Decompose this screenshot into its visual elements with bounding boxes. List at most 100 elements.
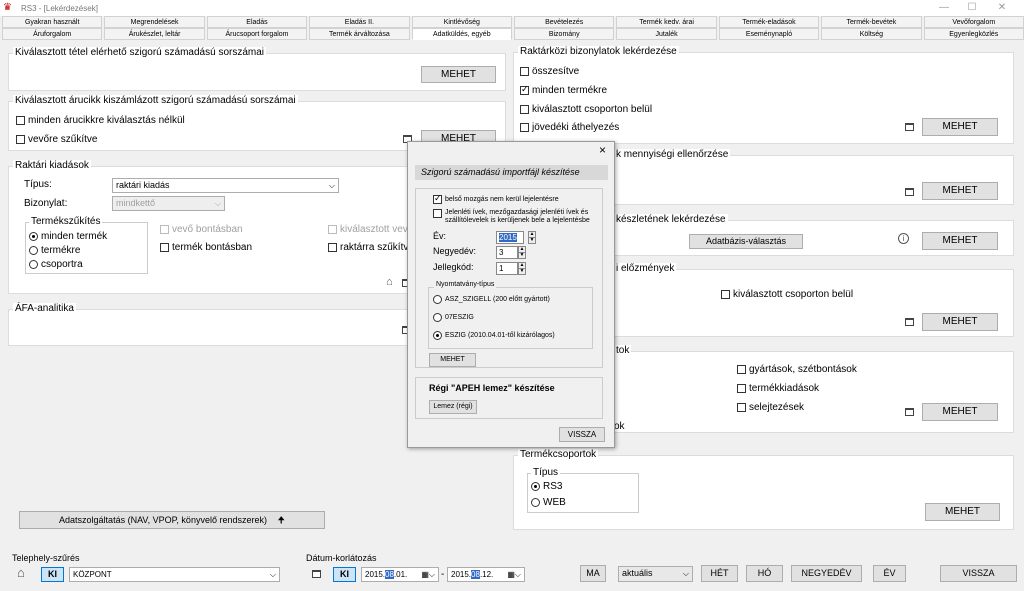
database-select-button[interactable]: Adatbázis-választás [689,234,803,249]
mehet-button-stock-query[interactable]: MEHET [922,232,998,250]
quarter-button[interactable]: NEGYEDÉV [791,565,862,582]
tab-row2-1[interactable]: Árukészlet, leltár [104,28,205,40]
tab-row2-2[interactable]: Árucsoport forgalom [206,28,308,40]
year-button[interactable]: ÉV [873,565,906,582]
radio-web[interactable]: WEB [531,497,566,508]
radio-dot[interactable] [531,498,540,507]
tab-row2-3[interactable]: Termék árváltozása [309,28,410,40]
mehet-button-production[interactable]: MEHET [922,403,998,421]
checkbox-warehouse-filter[interactable]: raktárra szűkítve [328,242,414,253]
back-button[interactable]: VISSZA [940,565,1017,582]
tab-row1-0[interactable]: Gyakran használt [2,16,103,28]
tab-row2-7[interactable]: Eseménynapló [718,28,820,40]
old-disk-button[interactable]: Lemez (régi) [429,400,477,414]
radio-dot[interactable] [433,295,442,304]
type-select[interactable]: raktári kiadás ⌵ [112,178,339,193]
radio-eszig[interactable]: ESZIG (2010.04.01-től kizárólagos) [433,331,555,340]
calendar-icon[interactable] [905,123,914,131]
radio-dot[interactable] [29,260,38,269]
checkbox-box[interactable] [160,243,169,252]
dialog-mehet-button[interactable]: MEHET [429,353,476,367]
radio-product[interactable]: termékre [29,245,80,256]
calendar-icon[interactable] [905,318,914,326]
tab-row2-5[interactable]: Bizomány [514,28,615,40]
checkbox-scrapping[interactable]: selejtezések [737,402,804,413]
info-icon[interactable]: i [898,233,909,244]
tab-row1-7[interactable]: Termék-eladások [718,16,820,28]
home-icon[interactable]: ⌂ [386,276,393,288]
type-code-down-icon[interactable]: ▼ [518,268,526,275]
minimize-icon[interactable]: — [930,0,958,16]
month-button[interactable]: HÓ [746,565,783,582]
checkbox-box[interactable] [721,290,730,299]
home-icon[interactable]: ⌂ [17,565,25,580]
site-select[interactable]: KÖZPONT ⌵ [69,567,280,582]
tab-row1-8[interactable]: Termék-bevétek [821,16,922,28]
radio-07eszig[interactable]: 07ESZIG [433,313,474,322]
tab-row2-4[interactable]: Adatküldés, egyéb [411,28,512,40]
mehet-button-product-groups[interactable]: MEHET [925,503,1000,521]
calendar-icon[interactable] [905,188,914,196]
radio-rs3[interactable]: RS3 [531,481,562,492]
calendar-icon[interactable] [905,408,914,416]
radio-group[interactable]: csoportra [29,259,83,270]
data-services-button[interactable]: Adatszolgáltatás (NAV, VPOP, könyvelő re… [19,511,325,529]
checkbox-box[interactable] [433,209,442,218]
checkbox-box[interactable] [433,193,442,204]
checkbox-box[interactable] [520,123,529,132]
mehet-button-available-serials[interactable]: MEHET [421,66,496,83]
checkbox-box[interactable] [328,243,337,252]
checkbox-product-breakdown[interactable]: termék bontásban [160,242,252,253]
checkbox-attendance-sheets[interactable]: Jelenléti ívek, mezőgazdasági jelenléti … [433,209,590,225]
maximize-icon[interactable]: ☐ [958,0,986,16]
quarter-input[interactable]: 3 [496,246,518,259]
year-input[interactable]: 2015 [496,231,524,244]
tab-row1-3[interactable]: Eladás II. [309,16,410,28]
type-code-input[interactable]: 1 [496,262,518,275]
radio-dot[interactable] [433,331,442,340]
tab-row1-2[interactable]: Eladás [206,16,308,28]
dialog-back-button[interactable]: VISSZA [559,427,605,442]
period-select[interactable]: aktuális ⌵ [618,566,693,582]
tab-row1-4[interactable]: Kintlévőség [411,16,512,28]
checkbox-box[interactable] [16,116,25,125]
tab-row1-1[interactable]: Megrendelések [104,16,205,28]
checkbox-within-group-history[interactable]: kiválasztott csoporton belül [721,289,853,300]
tab-row2-8[interactable]: Költség [821,28,922,40]
calendar-icon[interactable] [312,570,321,578]
site-ki-button[interactable]: KI [41,567,64,582]
mehet-button-quantity-check[interactable]: MEHET [922,182,998,200]
checkbox-box[interactable] [520,105,529,114]
mehet-button-history[interactable]: MEHET [922,313,998,331]
tab-row2-9[interactable]: Egyenlegközlés [923,28,1024,40]
radio-all-products[interactable]: minden termék [29,231,107,242]
checkbox-product-issues[interactable]: termékkiadások [737,383,819,394]
date-from-input[interactable]: 2015.08.01. ▦⌵ [361,567,439,582]
checkbox-customer-filter[interactable]: vevőre szűkítve [16,134,97,145]
tab-row1-9[interactable]: Vevőforgalom [923,16,1024,28]
checkbox-box[interactable] [737,365,746,374]
date-ki-button[interactable]: KI [333,567,356,582]
tab-row1-5[interactable]: Bevételezés [514,16,615,28]
tab-row2-0[interactable]: Áruforgalom [2,28,103,40]
date-to-input[interactable]: 2015.08.12. ▦⌵ [447,567,525,582]
checkbox-internal-movement[interactable]: belső mozgás nem kerül lejelentésre [433,193,559,204]
radio-dot[interactable] [29,232,38,241]
checkbox-summarized[interactable]: összesítve [520,66,579,77]
checkbox-all-products[interactable]: minden termékre [520,84,607,96]
radio-dot[interactable] [29,246,38,255]
checkbox-excise-transfer[interactable]: jövedéki áthelyezés [520,122,619,133]
year-down-icon[interactable]: ▼ [528,237,536,244]
checkbox-box[interactable] [520,67,529,76]
checkbox-productions[interactable]: gyártások, szétbontások [737,364,857,375]
checkbox-within-group[interactable]: kiválasztott csoporton belül [520,104,652,115]
checkbox-box[interactable] [520,84,529,95]
dialog-close-icon[interactable]: × [599,143,606,157]
checkbox-box[interactable] [16,135,25,144]
checkbox-box[interactable] [737,384,746,393]
checkbox-all-articles[interactable]: minden árucikkre kiválasztás nélkül [16,115,185,126]
tab-row1-6[interactable]: Termék kedv. árai [616,16,717,28]
week-button[interactable]: HÉT [701,565,738,582]
quarter-down-icon[interactable]: ▼ [518,252,526,259]
close-icon[interactable]: ✕ [988,0,1016,16]
